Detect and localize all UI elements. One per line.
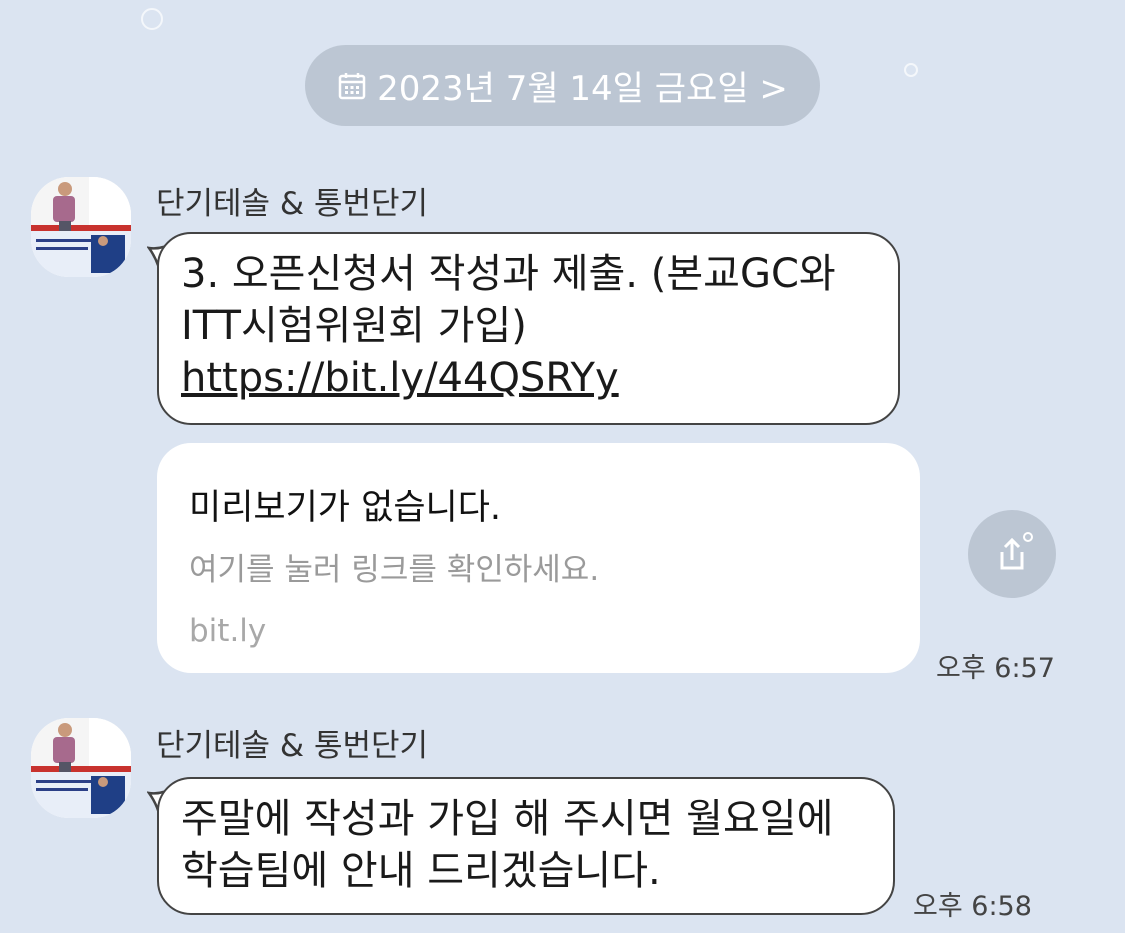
avatar[interactable] [31, 718, 131, 818]
calendar-icon [338, 72, 366, 99]
avatar-image [31, 177, 131, 277]
message-link[interactable]: https://bit.ly/44QSRYy [181, 352, 876, 404]
share-button[interactable] [968, 510, 1056, 598]
message-time: 오후 6:57 [936, 653, 1055, 684]
date-divider[interactable]: 2023년 7월 14일 금요일 > [305, 45, 820, 126]
message-time: 오후 6:58 [913, 891, 1032, 922]
preview-subtitle: 여기를 눌러 링크를 확인하세요. [189, 552, 600, 588]
message-bubble[interactable]: 주말에 작성과 가입 해 주시면 월요일에 학습팀에 안내 드리겠습니다. [157, 777, 895, 915]
message-line: ITT시험위원회 가입) [181, 303, 527, 349]
decorative-circle [904, 63, 918, 77]
decorative-circle [141, 8, 163, 30]
date-label: 2023년 7월 14일 금요일 > [377, 69, 788, 109]
sender-name: 단기테솔 & 통번단기 [156, 186, 429, 222]
preview-title: 미리보기가 없습니다. [189, 488, 502, 528]
link-preview-card[interactable]: 미리보기가 없습니다. 여기를 눌러 링크를 확인하세요. bit.ly [157, 443, 920, 673]
avatar-image [31, 718, 131, 818]
message-line: 주말에 작성과 가입 해 주시면 월요일에 [181, 796, 834, 842]
message-line: 학습팀에 안내 드리겠습니다. [181, 848, 661, 894]
message-line: 3. 오픈신청서 작성과 제출. (본교GC와 [181, 251, 836, 297]
share-icon [1000, 532, 1033, 570]
avatar[interactable] [31, 177, 131, 277]
preview-domain: bit.ly [189, 613, 267, 649]
sender-name: 단기테솔 & 통번단기 [156, 728, 429, 764]
message-bubble[interactable]: 3. 오픈신청서 작성과 제출. (본교GC와 ITT시험위원회 가입) htt… [157, 232, 900, 425]
